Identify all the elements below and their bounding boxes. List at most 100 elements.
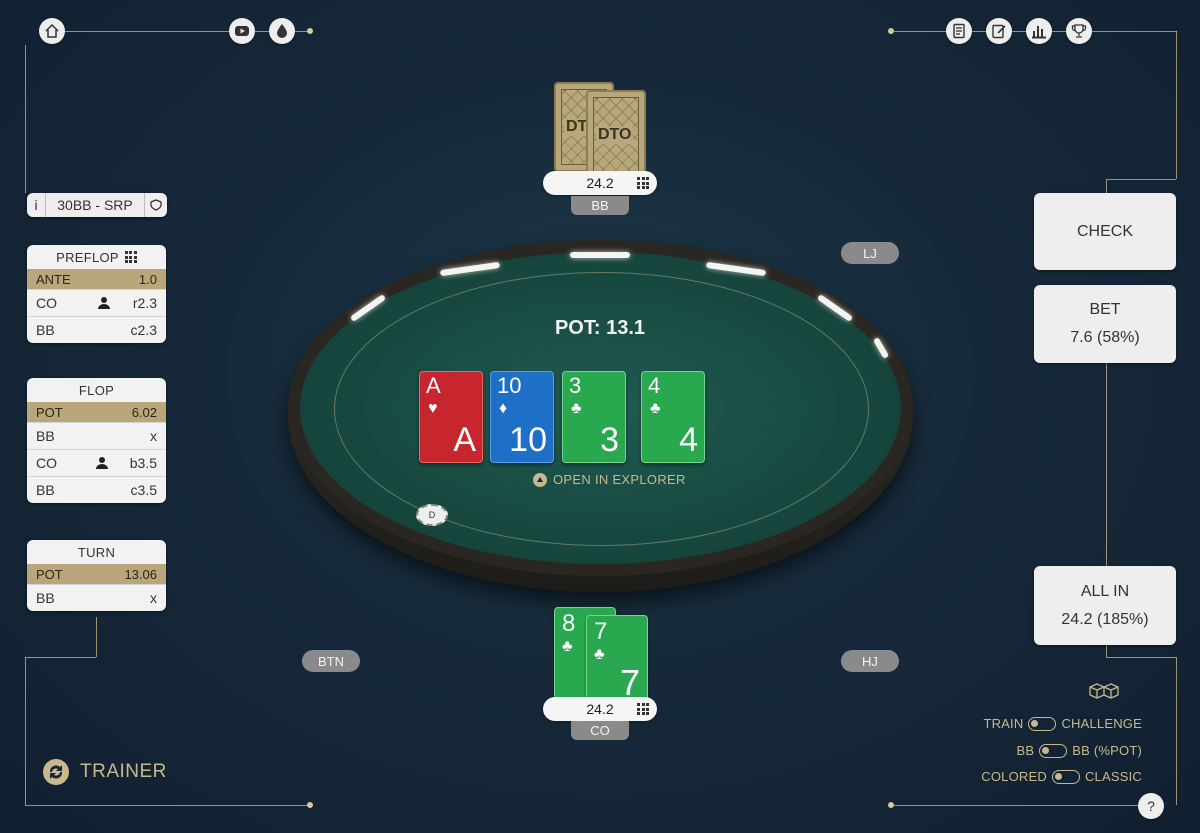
pot-row: POT 13.06	[27, 564, 166, 584]
trophy-icon	[1071, 24, 1087, 38]
frame-line-left-lower	[25, 657, 26, 805]
toggle-switch[interactable]	[1039, 743, 1068, 758]
person-icon	[96, 457, 109, 469]
grid-icon[interactable]	[637, 177, 649, 189]
pot-row: POT 6.02	[27, 402, 166, 422]
colored-classic-toggle[interactable]: COLORED CLASSIC	[981, 769, 1142, 784]
dealer-button: D	[416, 504, 448, 526]
frame-line-right-mid	[1106, 363, 1107, 566]
check-label: CHECK	[1076, 222, 1133, 240]
action-row[interactable]: BB c3.5	[27, 476, 166, 503]
frame-line-right-upper	[1176, 31, 1177, 179]
ante-value: 1.0	[138, 271, 157, 287]
flop-title: FLOP	[78, 382, 115, 398]
action-value: r2.3	[132, 295, 157, 311]
pot-label: POT	[36, 566, 63, 582]
bb-stack[interactable]: 24.2	[543, 171, 657, 195]
stats-button[interactable]	[1026, 18, 1052, 44]
youtube-button[interactable]	[229, 18, 255, 44]
frame-line-right-lower-h	[1106, 657, 1176, 658]
train-challenge-toggle[interactable]: TRAIN CHALLENGE	[983, 716, 1142, 731]
check-button[interactable]: CHECK	[1034, 193, 1176, 270]
all-in-value: 24.2 (185%)	[1061, 610, 1149, 628]
seat-label-bb: BB	[571, 196, 629, 215]
hole-card: 7 ♣ 7	[586, 615, 648, 707]
turn-title: TURN	[77, 544, 116, 560]
trophy-button[interactable]	[1066, 18, 1092, 44]
flop-panel: FLOP POT 6.02 BB x CO b3.5 BB c3.5	[27, 378, 166, 503]
board-card: 10 ♦ 10	[490, 371, 554, 463]
all-in-label: ALL IN	[1080, 582, 1130, 600]
home-icon	[45, 23, 59, 38]
grid-icon[interactable]	[124, 251, 137, 263]
action-row[interactable]: CO b3.5	[27, 449, 166, 476]
help-button[interactable]: ?	[1138, 793, 1164, 819]
action-value: x	[150, 590, 157, 606]
toggle-switch[interactable]	[1051, 769, 1080, 784]
toggle-right-label: CLASSIC	[1084, 769, 1142, 784]
action-value: b3.5	[129, 455, 157, 471]
spot-settings-button[interactable]	[145, 193, 167, 217]
ante-label: ANTE	[36, 271, 71, 287]
board-card: A ♥ A	[419, 371, 483, 463]
action-row[interactable]: BB x	[27, 584, 166, 611]
grid-icon[interactable]	[637, 703, 649, 715]
seat-label-lj: LJ	[841, 242, 899, 264]
stack-value: 24.2	[586, 701, 614, 717]
bb-pot-toggle[interactable]: BB BB (%POT)	[1017, 743, 1142, 758]
bet-button[interactable]: BET 7.6 (58%)	[1034, 285, 1176, 363]
frame-line-right-joint	[1106, 179, 1107, 193]
spot-tag[interactable]: i 30BB - SRP	[27, 193, 167, 217]
toggle-left-label: TRAIN	[983, 716, 1024, 731]
action-value: c3.5	[130, 482, 157, 498]
drop-icon	[277, 24, 287, 38]
co-stack[interactable]: 24.2	[543, 697, 657, 721]
drop-button[interactable]	[269, 18, 295, 44]
notes-button[interactable]	[946, 18, 972, 44]
edit-button[interactable]	[986, 18, 1012, 44]
toggle-right-label: CHALLENGE	[1061, 716, 1142, 731]
frame-line-left-joint	[96, 617, 97, 657]
chart-icon	[1032, 26, 1046, 39]
frame-dot	[888, 802, 894, 808]
toggle-switch[interactable]	[1028, 716, 1057, 731]
edit-icon	[992, 24, 1006, 39]
seat-label-co: CO	[571, 721, 629, 740]
action-position: BB	[36, 590, 55, 606]
random-spot-button[interactable]	[1087, 681, 1121, 706]
info-button[interactable]: i	[27, 193, 46, 217]
seat-label-btn: BTN	[302, 650, 360, 672]
stack-value: 24.2	[586, 175, 614, 191]
all-in-button[interactable]: ALL IN 24.2 (185%)	[1034, 566, 1176, 645]
youtube-icon	[235, 26, 249, 36]
dice-icon	[1089, 683, 1119, 699]
seat-label-hj: HJ	[841, 650, 899, 672]
bet-label: BET	[1089, 301, 1121, 318]
turn-panel: TURN POT 13.06 BB x	[27, 540, 166, 611]
explorer-label: OPEN IN EXPLORER	[553, 472, 686, 487]
person-icon	[97, 297, 110, 309]
board-card: 3 ♣ 3	[562, 371, 626, 463]
pot-amount: POT: 13.1	[554, 317, 646, 339]
action-row[interactable]: BB x	[27, 422, 166, 449]
frame-line-left-upper	[25, 45, 26, 193]
action-position: CO	[36, 455, 57, 471]
frame-line-bottom-right	[890, 805, 1140, 806]
action-value: x	[150, 428, 157, 444]
brand: TRAINER	[42, 758, 167, 786]
frame-line-right-lower-joint	[1106, 645, 1107, 657]
toggle-left-label: BB	[1016, 743, 1035, 758]
pot-label: POT	[36, 404, 63, 420]
toggle-right-label: BB (%POT)	[1072, 743, 1142, 758]
home-button[interactable]	[39, 18, 65, 44]
table-light	[570, 252, 630, 258]
bet-value: 7.6 (58%)	[1070, 329, 1140, 346]
notes-icon	[953, 23, 965, 39]
card-back: DTO	[586, 90, 646, 180]
open-in-explorer-button[interactable]: OPEN IN EXPLORER	[533, 472, 686, 487]
pot-value: 6.02	[131, 404, 157, 420]
frame-line-right-lower	[1176, 657, 1177, 805]
toggle-left-label: COLORED	[981, 769, 1047, 784]
action-position: CO	[36, 295, 57, 311]
action-row[interactable]: CO r2.3	[27, 289, 166, 316]
